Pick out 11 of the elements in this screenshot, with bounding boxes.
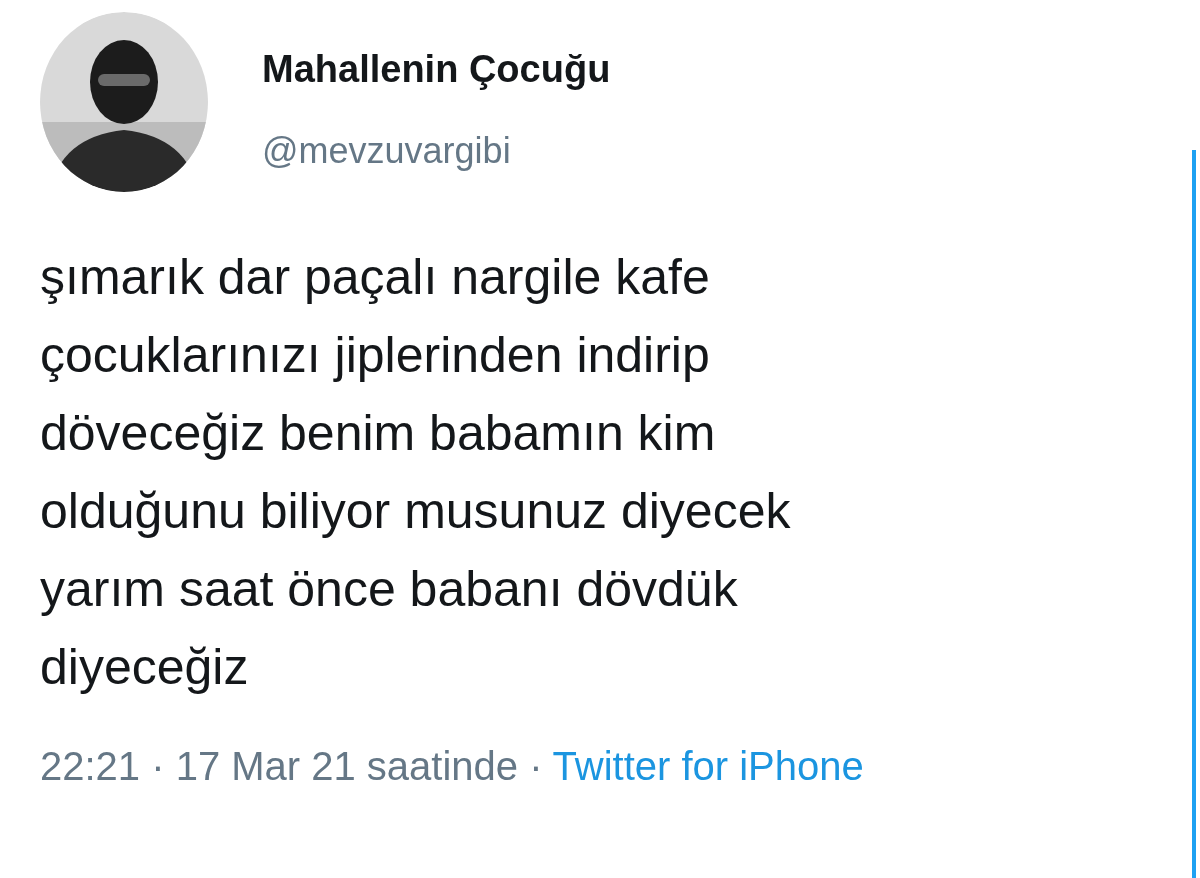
source-link[interactable]: Twitter for iPhone <box>552 746 864 786</box>
tweet-text-line: diyeceğiz <box>40 638 249 697</box>
tweet-text-line: şımarık dar paçalı nargile kafe <box>40 248 710 307</box>
author-name: Mahallenin Çocuğu <box>262 50 611 88</box>
tweet-text-line: yarım saat önce babanı dövdük <box>40 560 738 619</box>
author-handle: @mevzuvargibi <box>262 133 512 169</box>
scrollbar[interactable] <box>1192 150 1196 878</box>
tweet-text-line: çocuklarınızı jiplerinden indirip <box>40 326 710 385</box>
tweet-text-line: döveceğiz benim babamın kim <box>40 404 716 463</box>
tweet-text-line: olduğunu biliyor musunuz diyecek <box>40 482 791 541</box>
tweet-timestamp: 22:21 · 17 Mar 21 saatinde · <box>40 746 543 786</box>
